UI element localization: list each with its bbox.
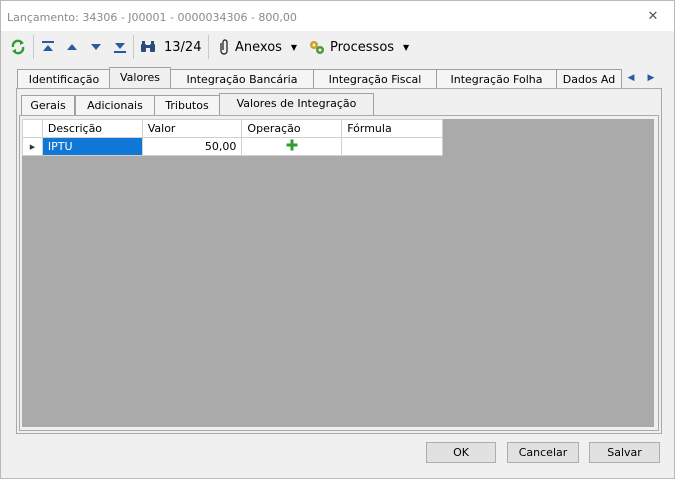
- title-bar: Lançamento: 34306 - J00001 - 0000034306 …: [1, 1, 674, 31]
- row-indicator-header: [22, 119, 43, 138]
- last-record-button[interactable]: [113, 37, 127, 57]
- tab-integracao-fiscal[interactable]: Integração Fiscal: [313, 69, 437, 89]
- tab-integracao-folha[interactable]: Integração Folha: [436, 69, 557, 89]
- next-icon: [91, 44, 101, 50]
- scroll-left-icon[interactable]: ◀: [622, 69, 640, 87]
- cell-valor[interactable]: 50,00: [141, 137, 243, 156]
- tab-valores-de-integracao[interactable]: Valores de Integração: [219, 93, 374, 115]
- anexos-label: Anexos: [235, 39, 282, 55]
- row-indicator: ▶: [22, 137, 43, 156]
- cancel-button[interactable]: Cancelar: [507, 442, 579, 463]
- previous-icon: [67, 44, 77, 50]
- grid-header-row: Descrição Valor Operação Fórmula: [22, 119, 443, 138]
- tab-identificacao[interactable]: Identificação: [17, 69, 111, 89]
- processos-dropdown[interactable]: Processos ▼: [308, 37, 409, 57]
- processos-label: Processos: [330, 39, 395, 55]
- chevron-down-icon: ▼: [403, 42, 410, 52]
- cell-operacao[interactable]: [241, 137, 343, 156]
- anexos-dropdown[interactable]: Anexos ▼: [217, 37, 297, 57]
- grid-background: [22, 119, 654, 427]
- chevron-down-icon: ▼: [290, 42, 298, 52]
- valores-integracao-grid: Descrição Valor Operação Fórmula ▶ IPTU …: [22, 119, 443, 156]
- record-position: 13/24: [164, 39, 202, 55]
- cell-formula[interactable]: [341, 137, 443, 156]
- refresh-button[interactable]: [10, 37, 26, 57]
- tab-scroll-controls: ◀ ▶: [622, 69, 662, 87]
- first-record-icon: [42, 41, 54, 51]
- first-record-button[interactable]: [41, 37, 55, 57]
- tab-integracao-bancaria[interactable]: Integração Bancária: [170, 69, 314, 89]
- cell-descricao[interactable]: IPTU: [41, 137, 143, 156]
- tab-dados-adicionais[interactable]: Dados Ad: [556, 69, 622, 89]
- ok-button[interactable]: OK: [426, 442, 496, 463]
- last-record-icon: [114, 43, 126, 53]
- gears-icon: [310, 41, 324, 54]
- toolbar: 13/24 Anexos ▼ Processos ▼: [1, 32, 674, 62]
- plus-icon: [286, 139, 298, 151]
- column-header-operacao[interactable]: Operação: [241, 119, 343, 138]
- tab-gerais[interactable]: Gerais: [21, 95, 75, 115]
- tab-adicionais[interactable]: Adicionais: [75, 95, 155, 115]
- close-icon[interactable]: ✕: [645, 9, 661, 25]
- window-title: Lançamento: 34306 - J00001 - 0000034306 …: [7, 11, 297, 24]
- dialog-window: Lançamento: 34306 - J00001 - 0000034306 …: [0, 0, 675, 479]
- column-header-valor[interactable]: Valor: [141, 119, 243, 138]
- table-row[interactable]: ▶ IPTU 50,00: [22, 137, 443, 156]
- scroll-right-icon[interactable]: ▶: [642, 69, 660, 87]
- binoculars-icon: [141, 41, 155, 52]
- paperclip-icon: [220, 39, 228, 55]
- column-header-descricao[interactable]: Descrição: [41, 119, 143, 138]
- tab-valores[interactable]: Valores: [109, 67, 171, 89]
- column-header-formula[interactable]: Fórmula: [341, 119, 443, 138]
- next-record-button[interactable]: [89, 37, 103, 57]
- search-record-button[interactable]: 13/24: [140, 37, 201, 57]
- tab-tributos[interactable]: Tributos: [154, 95, 220, 115]
- save-button[interactable]: Salvar: [589, 442, 660, 463]
- previous-record-button[interactable]: [65, 37, 79, 57]
- refresh-icon: [11, 39, 25, 55]
